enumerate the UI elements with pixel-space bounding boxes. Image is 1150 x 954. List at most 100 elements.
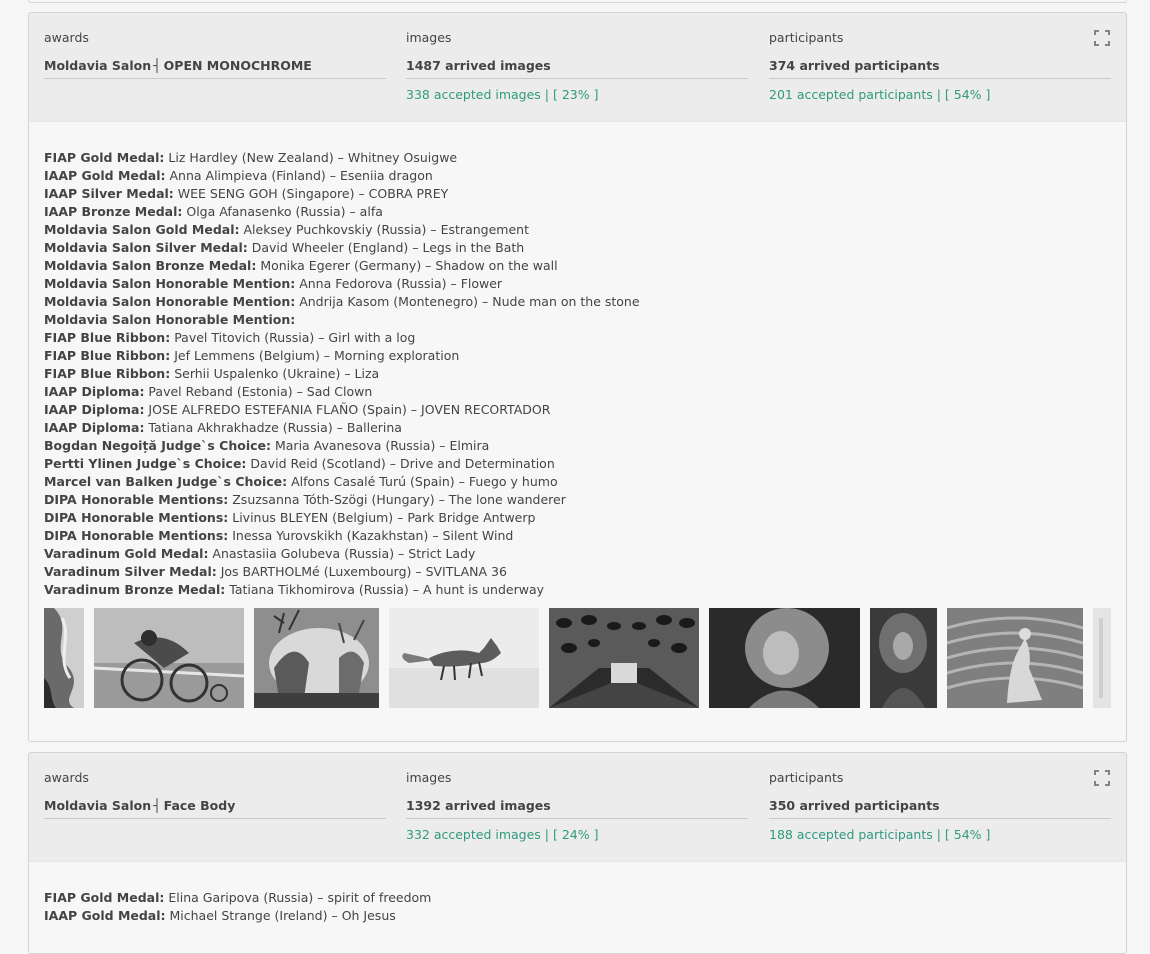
award-winner: Livinus BLEYEN (Belgium) – Park Bridge A… [228, 510, 536, 525]
award-winner: Olga Afanasenko (Russia) – alfa [182, 204, 383, 219]
award-title: IAAP Bronze Medal: [44, 204, 183, 219]
award-line: Moldavia Salon Honorable Mention: Andrij… [44, 293, 640, 311]
award-title: Varadinum Bronze Medal: [44, 582, 226, 597]
award-winner: David Reid (Scotland) – Drive and Determ… [246, 456, 555, 471]
title-separator: ┤ [153, 58, 161, 73]
award-winner: Alfons Casalé Turú (Spain) – Fuego y hum… [287, 474, 558, 489]
award-line: Moldavia Salon Honorable Mention: [44, 311, 640, 329]
award-thumbnail[interactable] [1093, 608, 1111, 708]
award-line: IAAP Bronze Medal: Olga Afanasenko (Russ… [44, 203, 640, 221]
award-line: FIAP Blue Ribbon: Serhii Uspalenko (Ukra… [44, 365, 640, 383]
award-title: IAAP Gold Medal: [44, 908, 166, 923]
award-line: IAAP Gold Medal: Michael Strange (Irelan… [44, 907, 431, 925]
award-title: DIPA Honorable Mentions: [44, 492, 229, 507]
award-title: DIPA Honorable Mentions: [44, 510, 229, 525]
awards-list: FIAP Gold Medal: Liz Hardley (New Zealan… [44, 149, 640, 599]
award-line: FIAP Gold Medal: Liz Hardley (New Zealan… [44, 149, 640, 167]
arrived-participants: 374 arrived participants [769, 58, 1111, 79]
award-title: DIPA Honorable Mentions: [44, 528, 229, 543]
award-winner: Inessa Yurovskikh (Kazakhstan) – Silent … [228, 528, 514, 543]
award-title: IAAP Diploma: [44, 420, 145, 435]
award-title: Pertti Ylinen Judge`s Choice: [44, 456, 247, 471]
award-line: FIAP Gold Medal: Elina Garipova (Russia)… [44, 889, 431, 907]
participants-label: participants [769, 770, 844, 785]
award-winner: Anna Fedorova (Russia) – Flower [295, 276, 503, 291]
award-line: IAAP Gold Medal: Anna Alimpieva (Finland… [44, 167, 640, 185]
award-winner: Anastasiia Golubeva (Russia) – Strict La… [208, 546, 476, 561]
award-winner: David Wheeler (England) – Legs in the Ba… [247, 240, 525, 255]
images-label: images [406, 770, 452, 785]
award-line: Varadinum Gold Medal: Anastasiia Golubev… [44, 545, 640, 563]
award-line: Bogdan Negoiță Judge`s Choice: Maria Ava… [44, 437, 640, 455]
award-winner: Anna Alimpieva (Finland) – Eseniia drago… [165, 168, 433, 183]
award-winner: Elina Garipova (Russia) – spirit of free… [164, 890, 432, 905]
participants-label: participants [769, 30, 844, 45]
award-line: Moldavia Salon Bronze Medal: Monika Eger… [44, 257, 640, 275]
award-winner: Pavel Titovich (Russia) – Girl with a lo… [170, 330, 416, 345]
award-winner: Zsuzsanna Tóth-Szögi (Hungary) – The lon… [228, 492, 566, 507]
award-title: Moldavia Salon Honorable Mention: [44, 312, 296, 327]
salon-section-title: Moldavia Salon ┤ Face Body [44, 798, 386, 819]
award-winner: Monika Egerer (Germany) – Shadow on the … [256, 258, 558, 273]
salon-name: Moldavia Salon [44, 58, 152, 73]
award-title: FIAP Blue Ribbon: [44, 348, 171, 363]
salon-section-card: awards Moldavia Salon ┤ Face Body images 1… [28, 752, 1127, 954]
images-label: images [406, 30, 452, 45]
title-separator: ┤ [153, 798, 161, 813]
award-line: DIPA Honorable Mentions: Livinus BLEYEN … [44, 509, 640, 527]
award-thumbnail[interactable] [389, 608, 539, 708]
award-title: Moldavia Salon Silver Medal: [44, 240, 248, 255]
award-winner: Tatiana Tikhomirova (Russia) – A hunt is… [225, 582, 544, 597]
award-title: Moldavia Salon Honorable Mention: [44, 276, 296, 291]
award-thumbnail[interactable] [254, 608, 379, 708]
accepted-participants: 201 accepted participants | [ 54% ] [769, 87, 991, 102]
award-line: DIPA Honorable Mentions: Zsuzsanna Tóth-… [44, 491, 640, 509]
award-line: FIAP Blue Ribbon: Jef Lemmens (Belgium) … [44, 347, 640, 365]
award-thumbnail[interactable] [44, 608, 84, 708]
award-title: IAAP Silver Medal: [44, 186, 174, 201]
previous-card-edge [28, 0, 1127, 3]
award-title: FIAP Gold Medal: [44, 150, 165, 165]
awards-label: awards [44, 770, 89, 785]
award-thumbnail[interactable] [94, 608, 244, 708]
card-header: awards Moldavia Salon ┤ Face Body images 1… [29, 753, 1126, 862]
award-thumbnail[interactable] [709, 608, 860, 708]
award-winner: Jos BARTHOLMé (Luxembourg) – SVITLANA 36 [216, 564, 507, 579]
award-winner: Pavel Reband (Estonia) – Sad Clown [144, 384, 373, 399]
award-title: FIAP Gold Medal: [44, 890, 165, 905]
accepted-images: 338 accepted images | [ 23% ] [406, 87, 599, 102]
expand-icon[interactable] [1094, 770, 1110, 786]
award-line: Varadinum Silver Medal: Jos BARTHOLMé (L… [44, 563, 640, 581]
award-title: IAAP Gold Medal: [44, 168, 166, 183]
award-line: IAAP Diploma: Tatiana Akhrakhadze (Russi… [44, 419, 640, 437]
award-winner: Liz Hardley (New Zealand) – Whitney Osui… [164, 150, 458, 165]
salon-section-title: Moldavia Salon ┤ OPEN MONOCHROME [44, 58, 386, 79]
award-line: Marcel van Balken Judge`s Choice: Alfons… [44, 473, 640, 491]
award-line: Pertti Ylinen Judge`s Choice: David Reid… [44, 455, 640, 473]
award-title: IAAP Diploma: [44, 384, 145, 399]
award-winner: Tatiana Akhrakhadze (Russia) – Ballerina [144, 420, 402, 435]
award-winner: Michael Strange (Ireland) – Oh Jesus [165, 908, 396, 923]
award-title: FIAP Blue Ribbon: [44, 330, 171, 345]
accepted-images: 332 accepted images | [ 24% ] [406, 827, 599, 842]
salon-name: Moldavia Salon [44, 798, 152, 813]
award-line: IAAP Silver Medal: WEE SENG GOH (Singapo… [44, 185, 640, 203]
award-thumbnail[interactable] [870, 608, 937, 708]
award-line: IAAP Diploma: Pavel Reband (Estonia) – S… [44, 383, 640, 401]
award-title: Moldavia Salon Honorable Mention: [44, 294, 296, 309]
award-winner: WEE SENG GOH (Singapore) – COBRA PREY [173, 186, 449, 201]
award-thumbnail[interactable] [947, 608, 1083, 708]
expand-icon[interactable] [1094, 30, 1110, 46]
award-title: Varadinum Gold Medal: [44, 546, 209, 561]
award-line: Moldavia Salon Honorable Mention: Anna F… [44, 275, 640, 293]
award-winner: Jef Lemmens (Belgium) – Morning explorat… [170, 348, 460, 363]
award-line: Moldavia Salon Gold Medal: Aleksey Puchk… [44, 221, 640, 239]
section-name: OPEN MONOCHROME [163, 58, 312, 73]
arrived-participants: 350 arrived participants [769, 798, 1111, 819]
award-line: IAAP Diploma: JOSE ALFREDO ESTEFANIA FLA… [44, 401, 640, 419]
salon-section-card: awards Moldavia Salon ┤ OPEN MONOCHROME im… [28, 12, 1127, 742]
award-winner: JOSE ALFREDO ESTEFANIA FLAÑO (Spain) – J… [144, 402, 551, 417]
award-thumbnail[interactable] [549, 608, 699, 708]
award-title: IAAP Diploma: [44, 402, 145, 417]
section-name: Face Body [163, 798, 236, 813]
